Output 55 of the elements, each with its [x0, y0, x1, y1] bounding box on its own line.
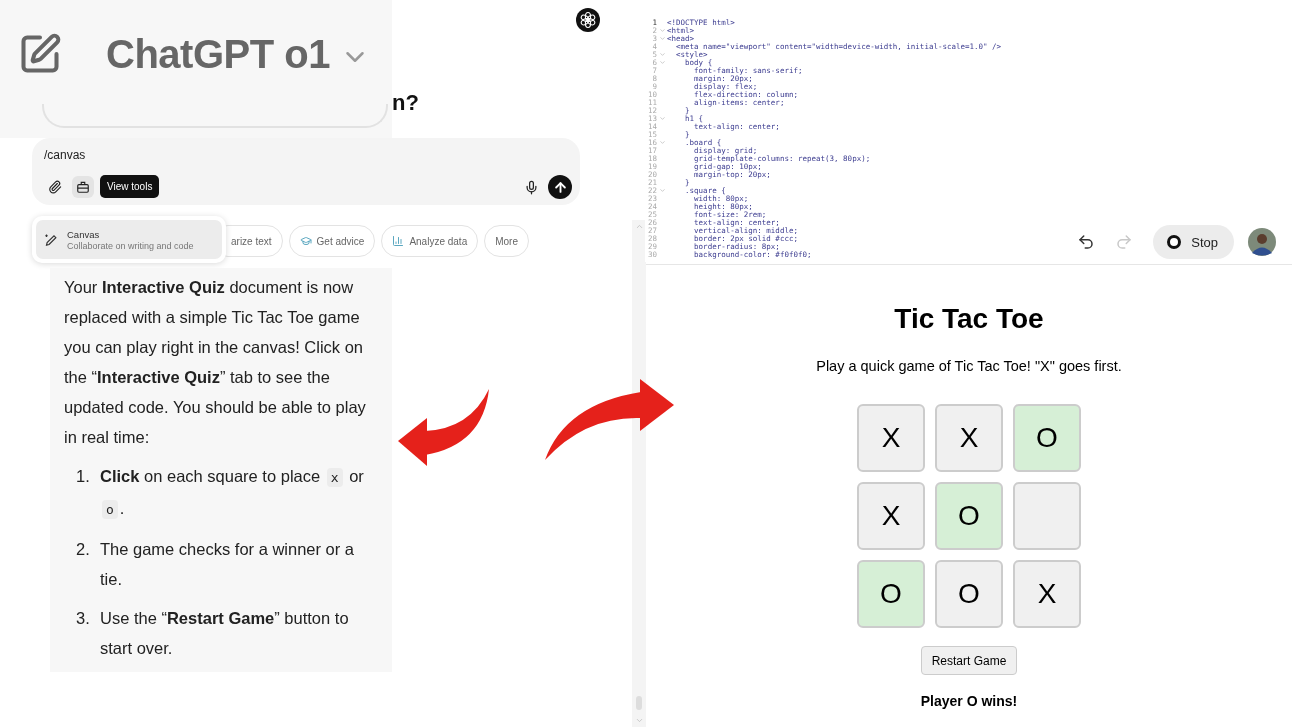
list-item-text: Click on each square to place x or o .: [100, 466, 365, 521]
board-square[interactable]: X: [1013, 560, 1081, 628]
game-status: Player O wins!: [920, 693, 1018, 709]
list-item-text: Use the “Restart Game” button to start over.: [100, 608, 350, 659]
message-paragraph: Your Interactive Quiz document is now replaced with a simple Tic Tac Toe game you can play right in the canvas! Click on the “Interactive Quiz” tab to see the updated code. You should be able to play in real time:: [64, 277, 367, 448]
list-number: 3.: [76, 608, 91, 629]
undo-icon[interactable]: [1077, 233, 1096, 251]
heading-text: n?: [392, 90, 419, 116]
model-title[interactable]: ChatGPT o1: [106, 32, 330, 77]
code-snippet: o: [102, 500, 118, 519]
input-value: /canvas: [44, 148, 87, 162]
code-snippet: x: [326, 468, 343, 487]
tooltip: View tools: [100, 175, 160, 198]
fold-chevron-icon[interactable]: [658, 186, 666, 194]
fold-chevron-icon[interactable]: [658, 58, 666, 66]
fold-chevron-icon[interactable]: [658, 138, 666, 146]
board-square[interactable]: O: [1013, 404, 1081, 472]
fold-chevron-icon[interactable]: [658, 26, 666, 34]
game-instructions: Play a quick game of Tic Tac Toe! "X" goes first.: [816, 358, 1122, 374]
board-square[interactable]: O: [935, 560, 1003, 628]
fold-chevron-icon[interactable]: [658, 50, 666, 58]
list-item-text: The game checks for a winner or a tie.: [100, 539, 356, 590]
logo-icon: [576, 8, 600, 32]
suggestion-chip[interactable]: Analyze data: [381, 225, 479, 257]
board-square[interactable]: O: [935, 482, 1003, 550]
send-button[interactable]: [548, 175, 572, 199]
list-number: 2.: [76, 539, 91, 560]
menu-item-title: Canvas: [67, 228, 101, 240]
graduation-cap-icon: [299, 235, 312, 247]
suggestion-chip[interactable]: More: [484, 225, 529, 257]
new-chat-icon[interactable]: [18, 32, 62, 76]
list-number: 1.: [76, 466, 91, 487]
board-square[interactable]: O: [857, 560, 925, 628]
board-square[interactable]: X: [857, 482, 925, 550]
toolbox-icon: [76, 180, 90, 194]
board-square[interactable]: [1013, 482, 1081, 550]
scrollbar[interactable]: [632, 220, 646, 727]
paperclip-icon: [48, 180, 62, 194]
board-square[interactable]: X: [935, 404, 1003, 472]
fold-chevron-icon[interactable]: [658, 34, 666, 42]
suggestion-chip[interactable]: Get advice: [288, 225, 376, 257]
message-input[interactable]: /canvas View tools: [32, 138, 580, 205]
game-title: Tic Tac Toe: [894, 302, 1044, 336]
avatar[interactable]: [1248, 228, 1276, 256]
scroll-up-icon[interactable]: [634, 222, 644, 231]
menu-item[interactable]: Canvas Collaborate on writing and code: [36, 220, 222, 259]
bar-chart-icon: [392, 235, 405, 247]
scroll-down-icon[interactable]: [634, 716, 644, 725]
pen-sparkle-icon: [44, 232, 59, 247]
board-square[interactable]: X: [857, 404, 925, 472]
microphone-icon: [523, 179, 539, 195]
stop-button[interactable]: Stop: [1153, 225, 1234, 259]
menu-item-subtitle: Collaborate on writing and code: [67, 240, 194, 251]
restart-button[interactable]: Restart Game: [920, 646, 1018, 675]
fold-chevron-icon[interactable]: [658, 114, 666, 122]
